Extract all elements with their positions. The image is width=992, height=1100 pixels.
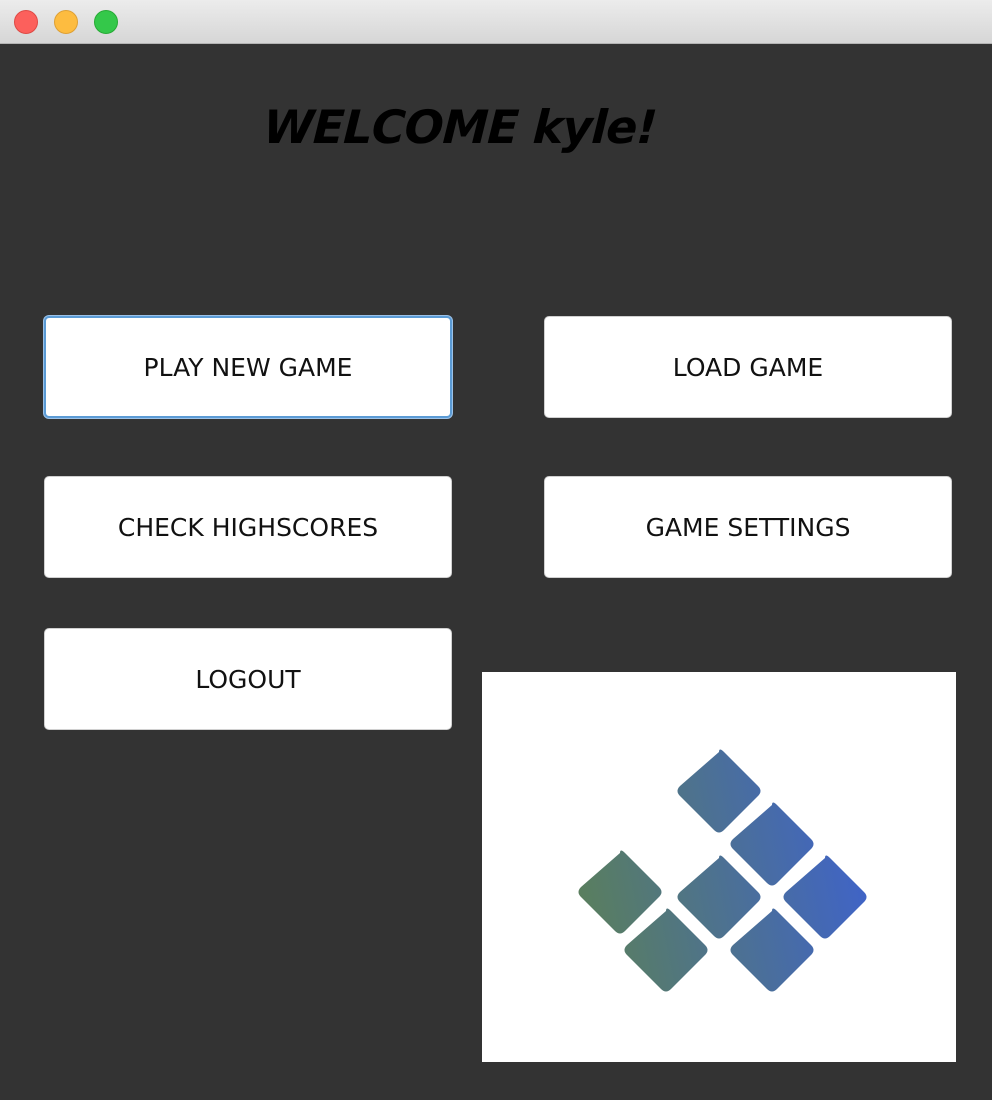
play-new-game-button[interactable]: PLAY NEW GAME [44,316,452,418]
game-settings-button[interactable]: GAME SETTINGS [544,476,952,578]
minimize-window-button[interactable] [54,10,78,34]
logo-panel [482,672,956,1062]
logo-tile-5 [783,855,867,939]
logo-tile-1 [677,749,761,833]
logo-tile-4 [677,855,761,939]
logo-tile-3 [578,850,662,934]
close-window-button[interactable] [14,10,38,34]
welcome-heading: WELCOME kyle! [262,100,658,154]
logout-button[interactable]: LOGOUT [44,628,452,730]
app-window: WELCOME kyle! PLAY NEW GAME LOAD GAME CH… [0,0,992,1100]
zoom-window-button[interactable] [94,10,118,34]
logo-tile-7 [730,908,814,992]
logo-tile-2 [730,802,814,886]
logo-tile-6 [624,908,708,992]
load-game-button[interactable]: LOAD GAME [544,316,952,418]
check-highscores-button[interactable]: CHECK HIGHSCORES [44,476,452,578]
tile-diamonds-logo-icon [578,749,867,992]
title-bar [0,0,992,44]
logo-tiles [578,749,867,992]
